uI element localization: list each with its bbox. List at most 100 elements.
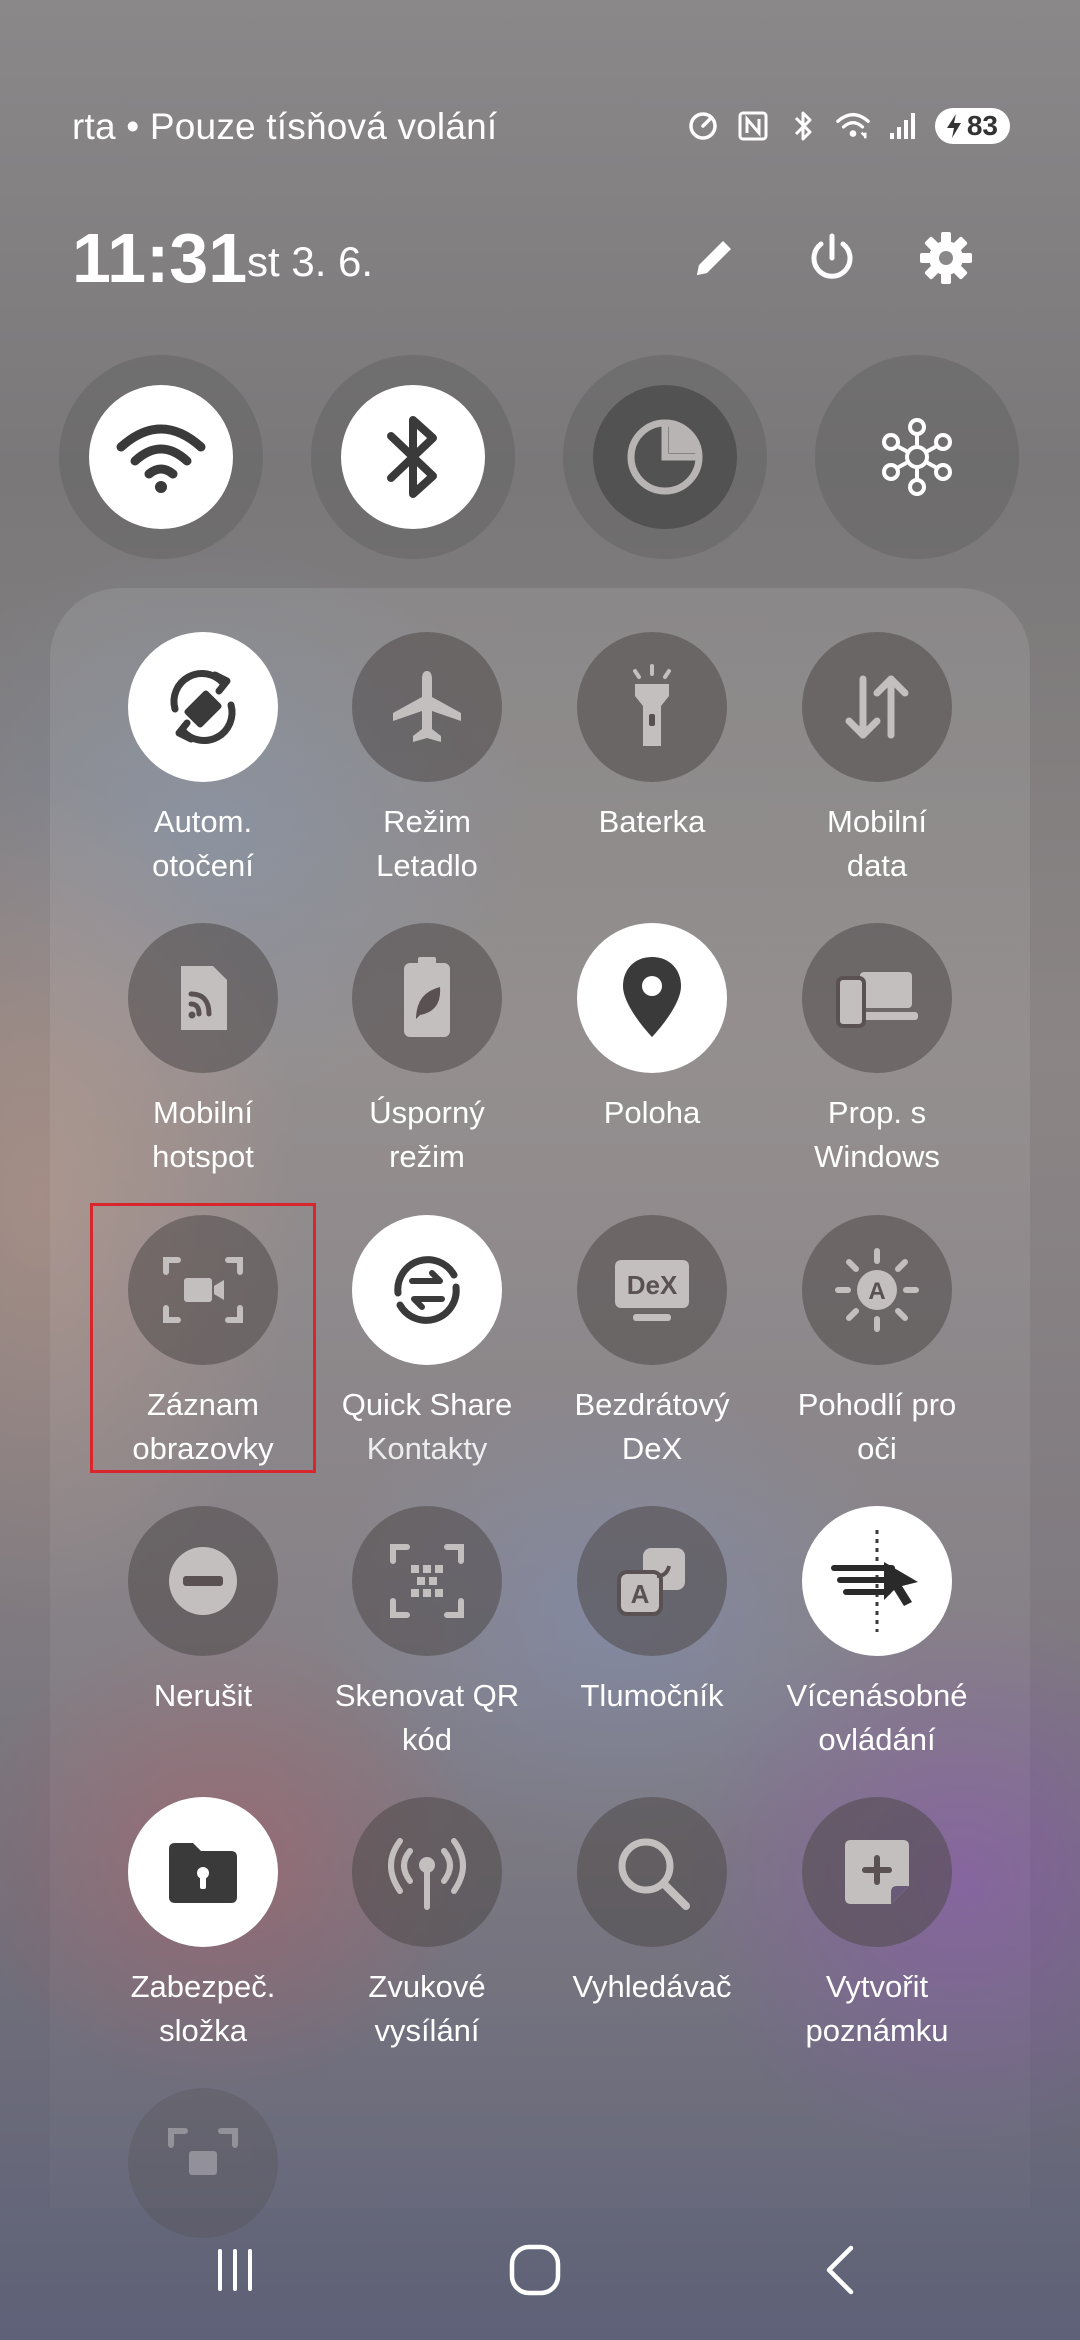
eye-comfort-badge-text: A [868,1278,885,1305]
tile-create-note-button[interactable] [802,1797,952,1947]
clock-row: 11:31 st 3. 6. [72,218,1012,298]
tile-finder-button[interactable] [577,1797,727,1947]
tile-do-not-disturb[interactable]: Nerušit [93,1506,313,1718]
nfc-icon [735,108,771,144]
battery-charging-icon [946,114,961,138]
tile-qr-scanner-label: Skenovat QR kód [334,1678,520,1757]
tile-quick-share-button[interactable] [352,1215,502,1365]
tile-eye-comfort-label: Pohodlí pro oči [797,1387,957,1466]
pie-chart-icon [627,419,703,495]
tile-partial-button[interactable] [128,2088,278,2238]
clock-date[interactable]: st 3. 6. [247,238,373,286]
tile-flashlight[interactable]: Baterka [542,632,762,844]
tile-flashlight-button[interactable] [577,632,727,782]
tile-airplane-mode-label: Režim Letadlo [376,804,478,883]
tile-eye-comfort[interactable]: A Pohodlí pro oči [767,1215,987,1471]
back-icon [826,2245,854,2295]
tile-mobile-hotspot-label: Mobilní hotspot [152,1095,254,1174]
connected-devices-toggle-wrap [815,355,1019,559]
tile-power-saving[interactable]: Úsporný režim [317,923,537,1179]
tile-multi-control[interactable]: Vícenásobné ovládání [767,1506,987,1762]
status-bar: rta • Pouze tísňová volání 83 [0,100,1080,160]
connected-devices-toggle[interactable] [845,385,989,529]
tile-location-label: Poloha [603,1095,701,1130]
qr-scanner-icon [390,1544,464,1618]
tile-multi-control-button[interactable] [802,1506,952,1656]
battery-indicator: 83 [934,108,1010,144]
hub-icon [882,418,952,496]
search-icon [618,1838,690,1910]
tile-wireless-dex[interactable]: DeX Bezdrátový DeX [542,1215,762,1471]
audio-broadcast-icon [388,1838,466,1910]
tile-auto-rotate-label: Autom. otočení [152,804,254,883]
tile-link-to-windows-label: Prop. s Windows [814,1095,940,1174]
tile-secure-folder-button[interactable] [128,1797,278,1947]
bluetooth-toggle[interactable] [341,385,485,529]
tile-power-saving-button[interactable] [352,923,502,1073]
tile-audio-broadcast-button[interactable] [352,1797,502,1947]
tile-quick-share[interactable]: Quick Share Kontakty [317,1215,537,1471]
wifi-toggle-wrap [59,355,263,559]
tile-partial[interactable] [93,2088,313,2238]
settings-icon [920,232,972,284]
flashlight-icon [633,664,671,746]
tile-mobile-hotspot[interactable]: Mobilní hotspot [93,923,313,1179]
tile-location[interactable]: Poloha [542,923,762,1135]
link-to-windows-icon [836,972,918,1028]
screenshot-icon [168,2128,238,2175]
tile-wireless-dex-button[interactable]: DeX [577,1215,727,1365]
settings-button[interactable] [914,226,978,290]
tile-interpreter[interactable]: A Tlumočník [542,1506,762,1718]
tile-secure-folder[interactable]: Zabezpeč. složka [93,1797,313,2053]
power-button[interactable] [800,226,864,290]
status-icons: 83 [685,108,1010,144]
tile-do-not-disturb-button[interactable] [128,1506,278,1656]
tile-quick-share-label: Quick Share Kontakty [341,1387,513,1466]
tile-mobile-data[interactable]: Mobilní data [767,632,987,888]
wifi-icon [116,424,206,493]
tile-finder[interactable]: Vyhledávač [542,1797,762,2009]
bluetooth-icon [785,108,821,144]
tile-mobile-data-label: Mobilní data [827,804,927,883]
tile-airplane-mode-button[interactable] [352,632,502,782]
navigation-bar [0,2220,1080,2320]
tile-eye-comfort-button[interactable]: A [802,1215,952,1365]
tile-interpreter-button[interactable]: A [577,1506,727,1656]
recents-icon [218,2249,252,2291]
tile-secure-folder-label: Zabezpeč. složka [130,1969,276,2048]
home-button[interactable] [495,2240,575,2300]
dex-badge-text: DeX [627,1270,678,1300]
tile-qr-scanner[interactable]: Skenovat QR kód [317,1506,537,1762]
tile-auto-rotate[interactable]: Autom. otočení [93,632,313,888]
recents-button[interactable] [195,2240,275,2300]
location-icon [623,957,681,1037]
tile-power-saving-label: Úsporný režim [369,1095,485,1174]
bluetooth-icon [387,416,437,498]
dex-icon: DeX [615,1260,689,1321]
tile-mobile-data-button[interactable] [802,632,952,782]
tile-interpreter-label: Tlumočník [580,1678,724,1713]
back-button[interactable] [800,2240,880,2300]
data-usage-toggle[interactable] [593,385,737,529]
signal-icon [885,108,921,144]
interpreter-badge-text: A [631,1579,650,1609]
battery-level: 83 [966,110,998,141]
do-not-disturb-icon [169,1547,237,1615]
wifi-toggle[interactable] [89,385,233,529]
tile-auto-rotate-button[interactable] [128,632,278,782]
tile-link-to-windows[interactable]: Prop. s Windows [767,923,987,1179]
tile-airplane-mode[interactable]: Režim Letadlo [317,632,537,888]
tile-multi-control-label: Vícenásobné ovládání [786,1678,968,1757]
tile-audio-broadcast[interactable]: Zvukové vysílání [317,1797,537,2053]
tile-mobile-hotspot-button[interactable] [128,923,278,1073]
edit-button[interactable] [682,226,746,290]
tile-create-note[interactable]: Vytvořit poznámku [767,1797,987,2053]
tile-create-note-label: Vytvořit poznámku [805,1969,949,2048]
tile-link-to-windows-button[interactable] [802,923,952,1073]
tile-location-button[interactable] [577,923,727,1073]
carrier-status-text: rta • Pouze tísňová volání [72,106,498,147]
create-note-icon [845,1840,909,1904]
eye-comfort-icon: A [835,1248,919,1332]
tile-qr-scanner-button[interactable] [352,1506,502,1656]
clock-time[interactable]: 11:31 [72,218,247,298]
